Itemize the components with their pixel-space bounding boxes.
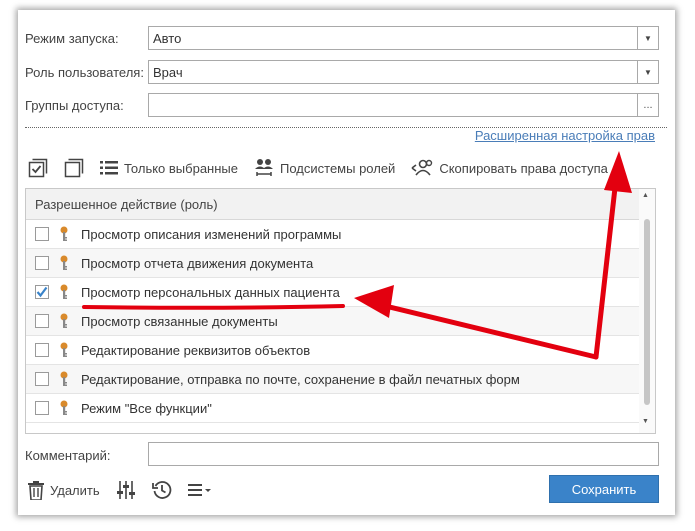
user-role-dropdown-button[interactable]: ▼ — [637, 61, 658, 83]
user-role-label: Роль пользователя: — [25, 64, 144, 80]
launch-mode-dropdown-button[interactable]: ▼ — [637, 27, 658, 49]
key-icon — [59, 342, 69, 358]
key-icon — [59, 226, 69, 242]
launch-mode-select[interactable]: Авто ▼ — [148, 26, 659, 50]
table-body: Просмотр описания изменений программы Про… — [26, 220, 655, 423]
launch-mode-label: Режим запуска: — [25, 30, 119, 46]
user-role-select[interactable]: Врач ▼ — [148, 60, 659, 84]
launch-mode-value: Авто — [153, 30, 182, 46]
vertical-scrollbar[interactable]: ▲ ▼ — [639, 189, 655, 433]
history-button[interactable] — [151, 480, 172, 500]
key-icon — [59, 371, 69, 387]
advanced-settings-link[interactable]: Расширенная настройка прав — [475, 128, 655, 143]
comment-label: Комментарий: — [25, 447, 111, 463]
key-icon — [59, 313, 69, 329]
people-share-icon — [411, 159, 433, 177]
row-label: Редактирование реквизитов объектов — [81, 342, 311, 358]
table-row[interactable]: Редактирование реквизитов объектов — [26, 336, 655, 365]
row-checkbox[interactable] — [35, 372, 49, 386]
selected-only-button[interactable]: Только выбранные — [100, 160, 238, 176]
key-icon — [59, 400, 69, 416]
table-header: Разрешенное действие (роль) — [26, 189, 655, 220]
key-icon — [59, 255, 69, 271]
row-checkbox[interactable] — [35, 314, 49, 328]
role-subsystems-button[interactable]: Подсистемы ролей — [254, 158, 395, 178]
rights-toolbar: Только выбранные Подсистемы ролей Скопир… — [28, 154, 624, 182]
scroll-up-icon[interactable]: ▲ — [642, 192, 649, 199]
save-button[interactable]: Сохранить — [549, 475, 659, 503]
row-label: Просмотр описания изменений программы — [81, 226, 342, 242]
launch-mode-row: Режим запуска: — [25, 26, 148, 50]
access-rights-panel: Режим запуска: Авто ▼ Роль пользователя:… — [18, 10, 675, 515]
checkbox-all-icon — [28, 158, 48, 178]
row-label: Просмотр связанные документы — [81, 313, 278, 329]
settings-button[interactable] — [116, 480, 136, 500]
people-icon — [254, 158, 274, 178]
row-label: Просмотр отчета движения документа — [81, 255, 314, 271]
access-groups-row: Группы доступа: — [25, 93, 148, 117]
key-icon — [59, 284, 69, 300]
table-row[interactable]: Редактирование, отправка по почте, сохра… — [26, 365, 655, 394]
copy-rights-button[interactable]: Скопировать права доступа — [411, 159, 608, 177]
table-row[interactable]: Просмотр описания изменений программы — [26, 220, 655, 249]
rights-table: Разрешенное действие (роль) Просмотр опи… — [25, 188, 656, 434]
row-checkbox[interactable] — [35, 401, 49, 415]
table-row[interactable]: Режим "Все функции" — [26, 394, 655, 423]
square-stack-icon — [64, 158, 84, 178]
user-role-row: Роль пользователя: — [25, 60, 148, 84]
selected-only-label: Только выбранные — [124, 160, 238, 176]
row-label: Режим "Все функции" — [81, 400, 212, 416]
role-subsystems-label: Подсистемы ролей — [280, 160, 396, 176]
copy-rights-label: Скопировать права доступа — [439, 160, 608, 176]
history-icon — [151, 480, 172, 500]
hamburger-icon — [187, 483, 212, 497]
deselect-all-button[interactable] — [64, 158, 84, 178]
row-label: Редактирование, отправка по почте, сохра… — [81, 371, 520, 387]
list-icon — [100, 160, 118, 176]
access-groups-choose-button[interactable]: ... — [637, 94, 658, 116]
row-checkbox[interactable] — [35, 256, 49, 270]
user-role-value: Врач — [153, 64, 183, 80]
row-checkbox[interactable] — [35, 285, 49, 299]
bottom-toolbar: Удалить — [28, 476, 228, 504]
table-row[interactable]: Просмотр отчета движения документа — [26, 249, 655, 278]
select-all-button[interactable] — [28, 158, 48, 178]
delete-button[interactable]: Удалить — [28, 480, 100, 500]
access-groups-field[interactable]: ... — [148, 93, 659, 117]
row-checkbox[interactable] — [35, 227, 49, 241]
more-menu-button[interactable] — [187, 483, 212, 497]
trash-icon — [28, 480, 44, 500]
sliders-icon — [116, 480, 136, 500]
column-header-action: Разрешенное действие (роль) — [35, 196, 218, 212]
table-row[interactable]: Просмотр связанные документы — [26, 307, 655, 336]
access-groups-label: Группы доступа: — [25, 97, 124, 113]
scrollbar-thumb[interactable] — [644, 219, 650, 405]
comment-input[interactable] — [148, 442, 659, 466]
comment-row: Комментарий: — [25, 443, 148, 467]
table-row[interactable]: Просмотр персональных данных пациента — [26, 278, 655, 307]
row-checkbox[interactable] — [35, 343, 49, 357]
row-label: Просмотр персональных данных пациента — [81, 284, 340, 300]
delete-label: Удалить — [50, 482, 100, 498]
scroll-down-icon[interactable]: ▼ — [642, 418, 649, 425]
